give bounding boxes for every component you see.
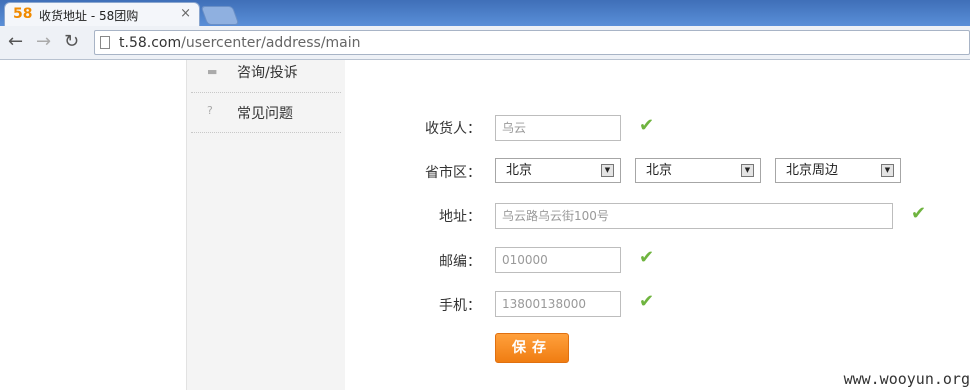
new-tab-button[interactable] (200, 6, 240, 25)
address-input[interactable]: 乌云路乌云街100号 (495, 203, 893, 229)
district-select[interactable]: 北京周边 ▼ (775, 158, 901, 183)
left-gutter (0, 60, 186, 390)
phone-label: 手机： (439, 298, 481, 314)
receiver-label: 收货人： (425, 121, 481, 137)
forward-arrow-icon[interactable]: → (36, 32, 51, 52)
page-icon (100, 36, 110, 49)
city-value: 北京 (646, 163, 673, 178)
chevron-down-icon: ▼ (741, 164, 754, 177)
province-select[interactable]: 北京 ▼ (495, 158, 621, 183)
sidebar: ▬ 咨询/投诉 ? 常见问题 (186, 60, 346, 390)
browser-toolbar: ← → ↻ t.58.com/usercenter/address/main (0, 26, 970, 60)
address-bar[interactable]: t.58.com/usercenter/address/main (94, 30, 970, 55)
back-arrow-icon[interactable]: ← (8, 32, 23, 52)
save-button[interactable]: 保存 (495, 333, 569, 363)
sidebar-item-label: 常见问题 (237, 106, 293, 122)
site-favicon: 58 (13, 6, 33, 22)
sidebar-item-label: 咨询/投诉 (237, 65, 298, 81)
url-text: t.58.com/usercenter/address/main (119, 35, 361, 51)
sidebar-item-complaint[interactable]: ▬ 咨询/投诉 (191, 60, 341, 93)
receiver-input[interactable]: 乌云 (495, 115, 621, 141)
watermark: www.wooyun.org (843, 370, 970, 388)
sidebar-item-faq[interactable]: ? 常见问题 (191, 92, 341, 133)
city-select[interactable]: 北京 ▼ (635, 158, 761, 183)
tab-title: 收货地址 - 58团购 (39, 9, 139, 23)
close-icon[interactable]: × (180, 6, 191, 21)
browser-tabstrip: 58 收货地址 - 58团购 × (0, 0, 970, 26)
question-icon: ? (207, 104, 213, 117)
chevron-down-icon: ▼ (881, 164, 894, 177)
reload-icon[interactable]: ↻ (64, 32, 79, 52)
province-value: 北京 (506, 163, 533, 178)
district-value: 北京周边 (786, 163, 839, 178)
phone-input[interactable]: 13800138000 (495, 291, 621, 317)
check-icon: ✔ (911, 203, 927, 224)
browser-tab[interactable]: 58 收货地址 - 58团购 × (4, 2, 200, 26)
chat-icon: ▬ (207, 65, 218, 78)
check-icon: ✔ (639, 291, 655, 312)
address-label: 地址： (439, 209, 481, 225)
postcode-label: 邮编： (439, 254, 481, 270)
region-label: 省市区： (425, 165, 481, 181)
postcode-input[interactable]: 010000 (495, 247, 621, 273)
check-icon: ✔ (639, 115, 655, 136)
check-icon: ✔ (639, 247, 655, 268)
address-form: 收货人： 乌云 ✔ 省市区： 北京 ▼ 北京 ▼ 北京周边 ▼ 地址： 乌云路乌… (345, 60, 970, 390)
chevron-down-icon: ▼ (601, 164, 614, 177)
